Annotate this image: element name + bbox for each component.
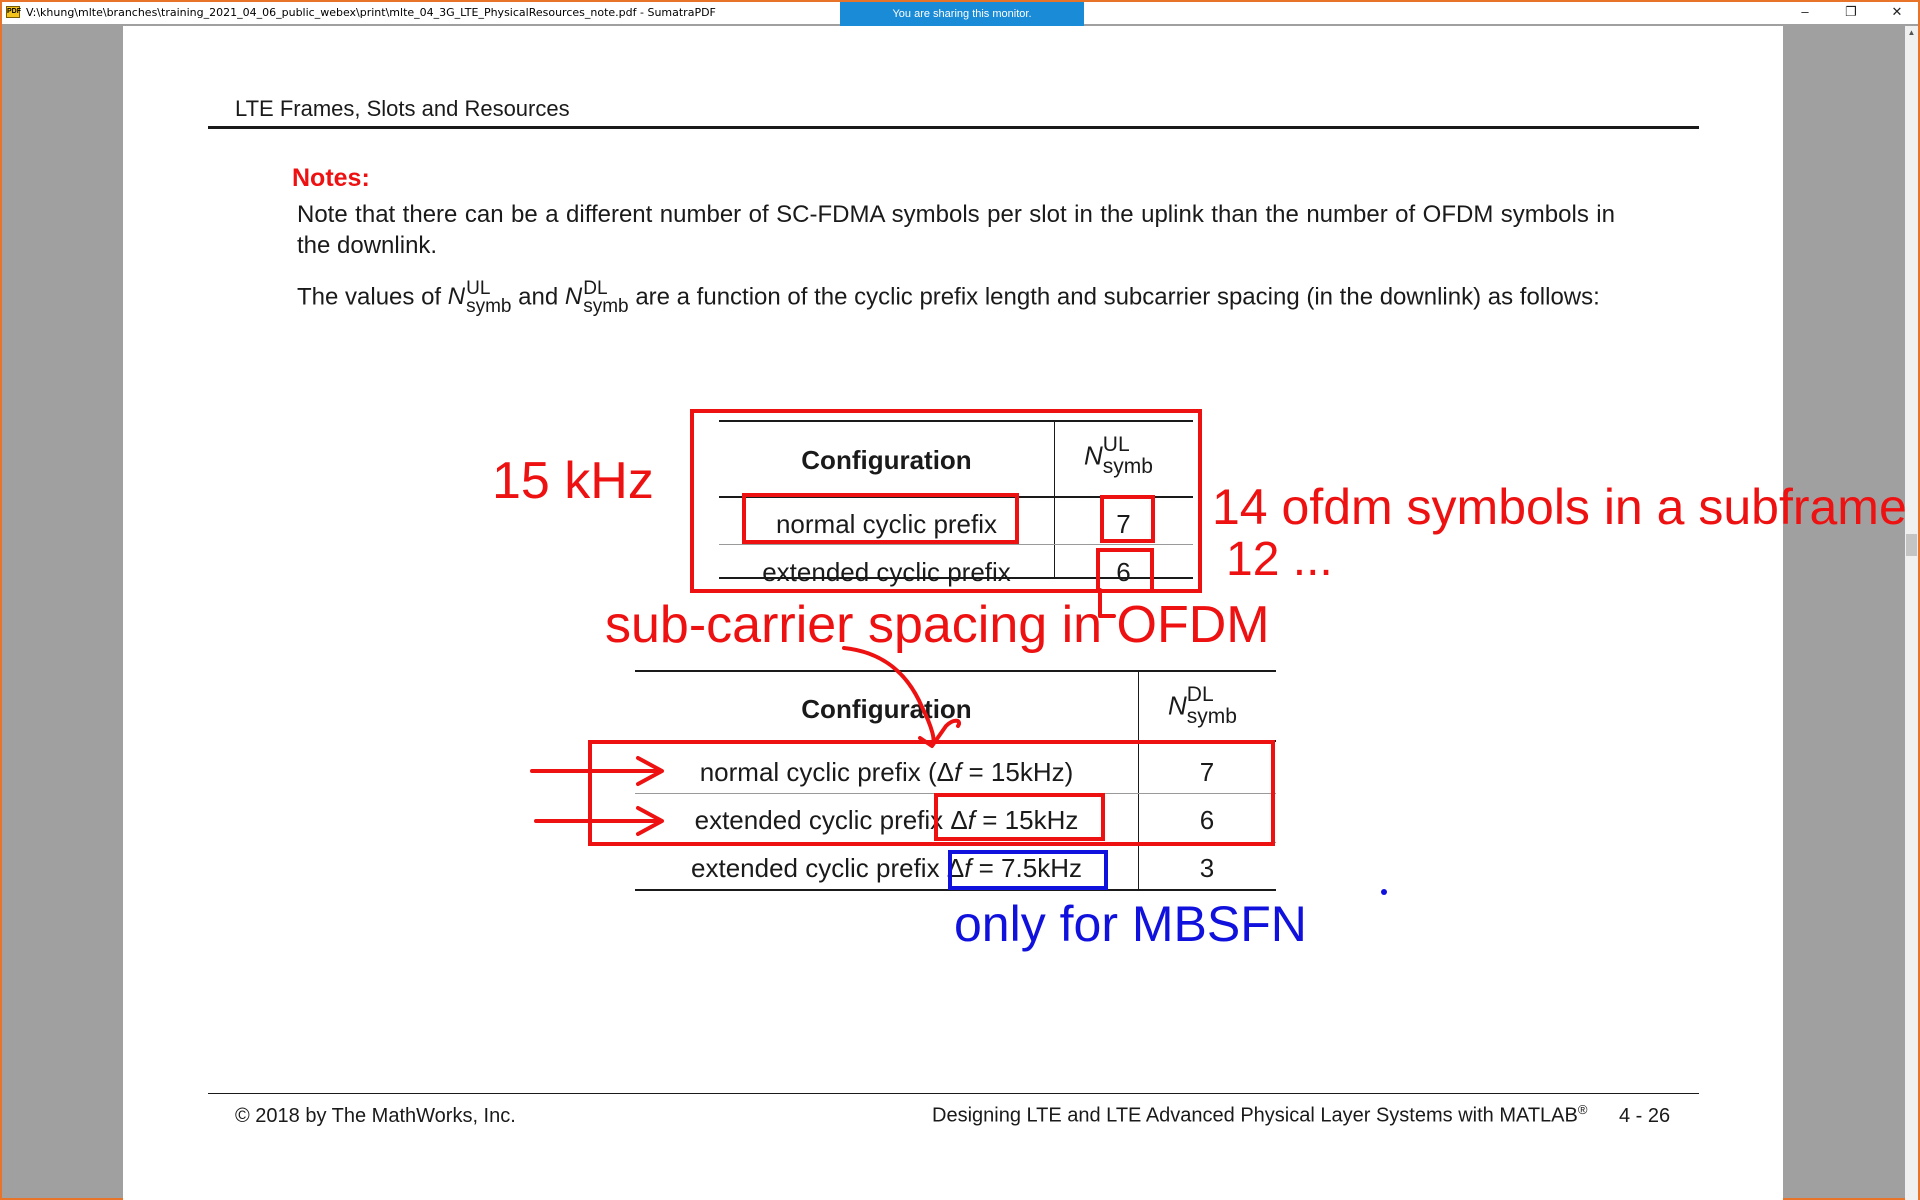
table-top-rule (635, 670, 1276, 672)
value-7-highlight-box (1100, 495, 1155, 543)
n-ul-symb-symbol: N UL symb (447, 278, 512, 317)
dl-rows-highlight-box (588, 740, 1275, 846)
footer-copyright: © 2018 by The MathWorks, Inc. (235, 1105, 516, 1127)
n-dl-symb-header: N DL symb (1168, 683, 1237, 728)
minimize-button[interactable]: – (1782, 2, 1828, 24)
window-title: V:\khung\mlte\branches\training_2021_04_… (26, 6, 716, 19)
n-dl-symb-symbol: N DL symb (564, 278, 629, 317)
annotation-15-khz: 15 kHz (492, 452, 654, 510)
notes-paragraph-1: Note that there can be a different numbe… (297, 201, 1615, 259)
notes-heading: Notes: (292, 164, 370, 192)
vertical-scrollbar[interactable]: ▲ (1905, 26, 1918, 1200)
header-divider (208, 126, 1699, 129)
annotation-14-ofdm-symbols: 14 ofdm symbols in a subframe (1212, 479, 1907, 535)
annotation-12: 12 ... (1226, 533, 1333, 586)
footer-divider (208, 1093, 1699, 1094)
sumatra-app-icon: PDF (6, 6, 21, 18)
annotation-only-for-mbsfn: only for MBSFN (954, 896, 1307, 952)
notes-paragraph-2: The values of N UL symb and N DL symb are a … (297, 278, 1600, 317)
normal-cp-highlight-box (742, 493, 1019, 544)
footer-title: Designing LTE and LTE Advanced Physical … (932, 1102, 1588, 1127)
screen-sharing-banner[interactable]: You are sharing this monitor. (840, 2, 1084, 27)
delta-f-15khz-highlight-box (934, 793, 1105, 841)
page-header: LTE Frames, Slots and Resources (235, 96, 570, 121)
table-row-value: 3 (1199, 853, 1215, 883)
close-button[interactable]: ✕ (1874, 2, 1920, 24)
value-6-highlight-box (1096, 548, 1154, 593)
restore-button[interactable]: ❐ (1828, 2, 1874, 24)
annotation-subcarrier-spacing: sub-carrier spacing in OFDM (605, 596, 1270, 654)
scrollbar-thumb[interactable] (1906, 534, 1917, 556)
delta-f-7-5khz-highlight-box (948, 850, 1108, 890)
page-number: 4 - 26 (1619, 1105, 1671, 1127)
scroll-up-arrow-icon[interactable]: ▲ (1905, 26, 1918, 40)
configuration-header: Configuration (801, 694, 972, 724)
